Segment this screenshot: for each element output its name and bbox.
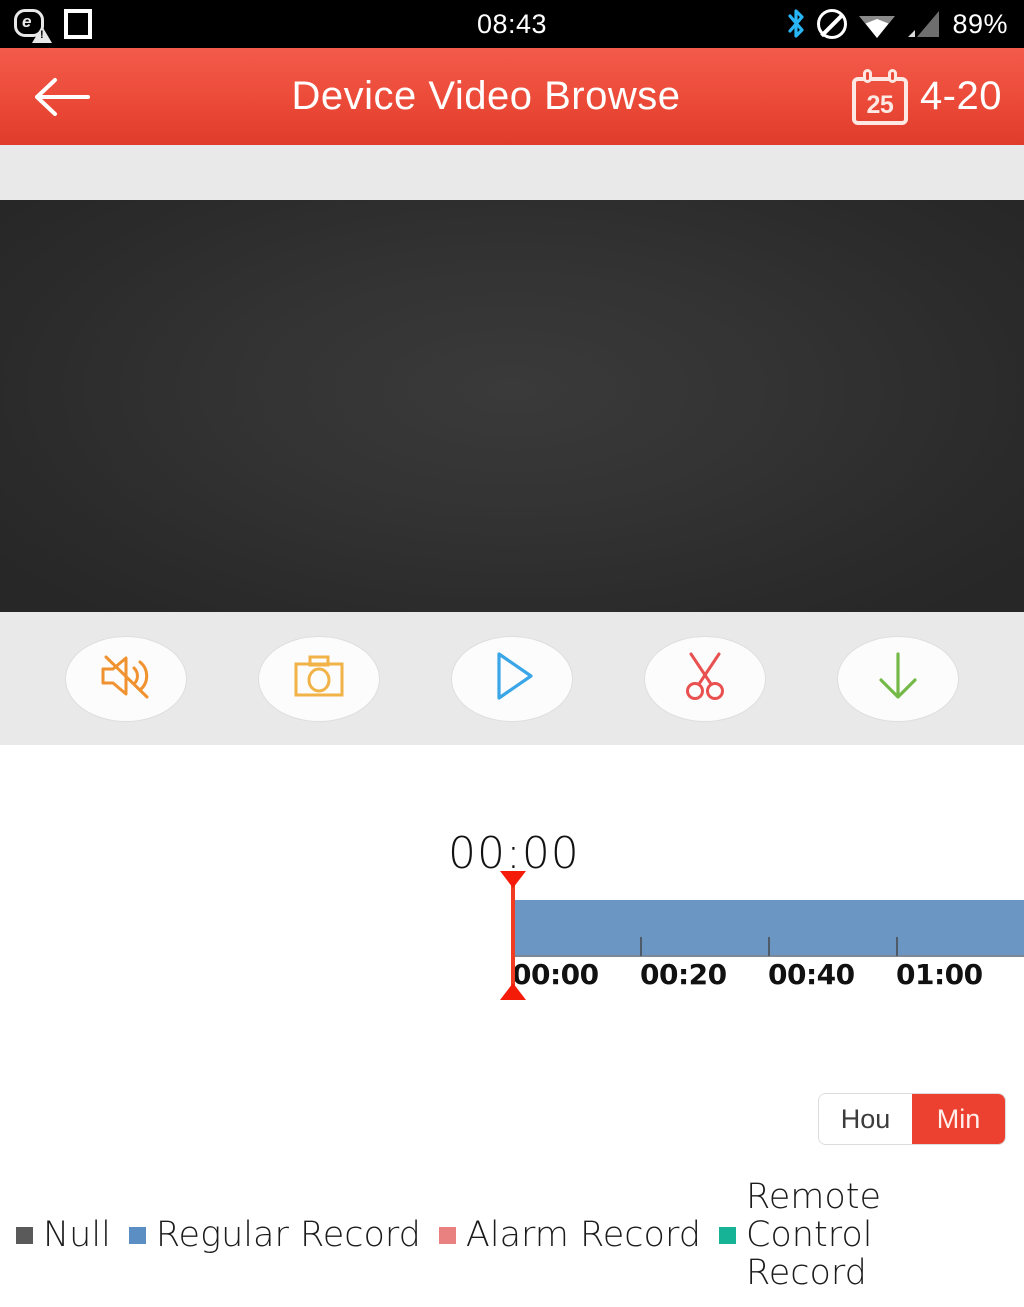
app-header: Device Video Browse 25 4-20 bbox=[0, 48, 1024, 145]
download-arrow-icon bbox=[873, 649, 923, 708]
bluetooth-icon bbox=[786, 8, 806, 40]
record-type-legend: Null Regular Record Alarm Record Remote … bbox=[16, 1178, 1024, 1292]
timescale-option-minute[interactable]: Min bbox=[912, 1094, 1005, 1144]
selected-date-label: 4-20 bbox=[919, 74, 1002, 118]
legend-label: Regular Record bbox=[155, 1215, 421, 1255]
legend-label: Alarm Record bbox=[465, 1215, 701, 1255]
calendar-day-number: 25 bbox=[866, 90, 894, 119]
legend-item: Regular Record bbox=[128, 1215, 439, 1255]
playhead-bottom-marker-icon bbox=[500, 983, 526, 1000]
cellular-signal-icon bbox=[907, 9, 941, 39]
timeline-playhead[interactable] bbox=[500, 871, 526, 1000]
timeline-tick bbox=[640, 937, 642, 956]
status-bar: e 08:43 89% bbox=[0, 0, 1024, 48]
legend-swatch-null-icon bbox=[16, 1226, 33, 1244]
timeline-tick bbox=[896, 937, 898, 956]
legend-label: Remote Control Record bbox=[745, 1177, 881, 1293]
mute-button[interactable] bbox=[65, 635, 188, 722]
speaker-mute-icon bbox=[97, 650, 155, 707]
video-preview[interactable] bbox=[0, 200, 1024, 612]
legend-swatch-remote-control-record-icon bbox=[718, 1226, 736, 1244]
timeline-tick-label: 00:40 bbox=[768, 958, 855, 991]
do-not-disturb-icon bbox=[817, 9, 848, 39]
legend-label: Null bbox=[43, 1215, 111, 1255]
header-spacer bbox=[0, 145, 1024, 200]
date-picker-button[interactable]: 25 4-20 bbox=[851, 68, 1002, 125]
legend-swatch-alarm-record-icon bbox=[438, 1226, 456, 1244]
camera-icon bbox=[290, 651, 348, 706]
timeline-section[interactable]: 00:00 00:00 00:20 00:40 01:00 bbox=[0, 745, 1024, 1065]
legend-item: Alarm Record bbox=[438, 1215, 719, 1255]
legend-item: Null bbox=[16, 1215, 129, 1255]
timeline-tick-label: 00:20 bbox=[640, 958, 727, 991]
timescale-toggle[interactable]: Hou Min bbox=[818, 1093, 1006, 1145]
legend-item: Remote Control Record bbox=[718, 1177, 896, 1293]
scissors-icon bbox=[678, 649, 732, 708]
playback-control-bar bbox=[0, 612, 1024, 745]
clip-button[interactable] bbox=[643, 635, 766, 722]
download-button[interactable] bbox=[836, 635, 959, 722]
play-button[interactable] bbox=[450, 635, 573, 722]
battery-percentage: 89% bbox=[952, 8, 1008, 39]
timeline-tick bbox=[768, 937, 770, 956]
playhead-top-marker-icon bbox=[500, 871, 526, 888]
play-icon bbox=[486, 649, 538, 708]
legend-swatch-regular-record-icon bbox=[128, 1226, 146, 1244]
snapshot-button[interactable] bbox=[258, 635, 381, 722]
status-bar-right-icons: 89% bbox=[786, 8, 1008, 40]
calendar-icon: 25 bbox=[851, 68, 908, 125]
wifi-icon bbox=[858, 9, 896, 39]
timescale-option-hour[interactable]: Hou bbox=[819, 1094, 912, 1144]
timeline-tick-label: 01:00 bbox=[896, 958, 983, 991]
